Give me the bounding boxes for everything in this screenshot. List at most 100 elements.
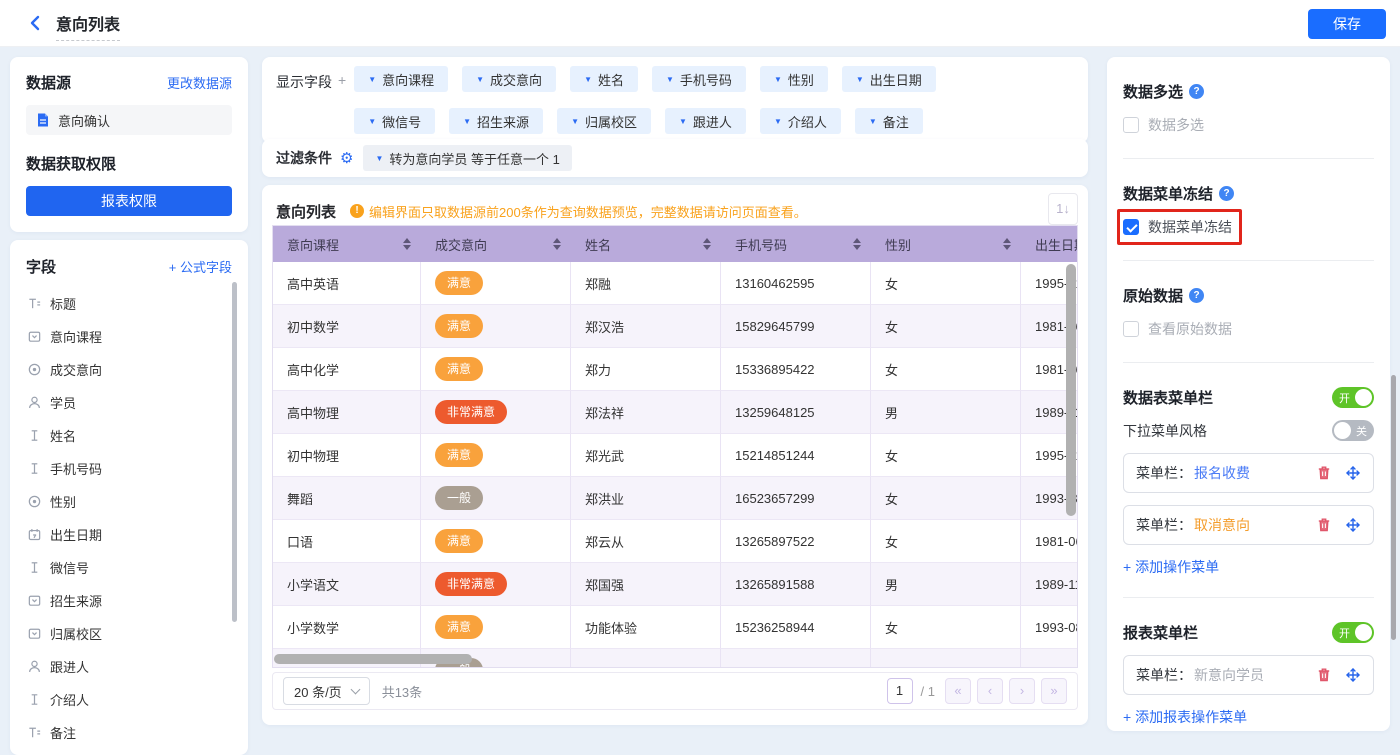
table-row[interactable]: 初中数学满意郑汉浩15829645799女1981-06 [273,305,1077,348]
add-action-menu-link[interactable]: + 添加操作菜单 [1123,557,1219,577]
help-icon[interactable]: ? [1219,186,1234,201]
move-icon[interactable] [1345,667,1361,683]
menu-item[interactable]: 菜单栏：新意向学员 [1123,655,1374,695]
page-size-select[interactable]: 20 条/页 [283,677,370,705]
table-row[interactable]: 口语满意郑云从13265897522女1981-06 [273,520,1077,563]
column-header[interactable]: 姓名 [571,226,721,262]
display-field-tag[interactable]: ▼意向课程 [354,66,448,92]
table-row[interactable]: 舞蹈一般郑洪业16523657299女1993-08 [273,477,1077,520]
table-row[interactable]: 初中物理满意郑光武15214851244女1995-01 [273,434,1077,477]
table-menu-toggle[interactable]: 开 [1332,387,1374,408]
save-button[interactable]: 保存 [1308,9,1386,39]
select-icon [26,593,42,609]
field-item[interactable]: 跟进人 [26,650,232,683]
field-item[interactable]: 标题 [26,287,232,320]
field-item[interactable]: 成交意向 [26,353,232,386]
display-field-tag[interactable]: ▼性别 [760,66,828,92]
report-permission-button[interactable]: 报表权限 [26,186,232,216]
field-item[interactable]: 微信号 [26,551,232,584]
table-row[interactable]: 小学数学满意功能体验15236258944女1993-08 [273,606,1077,649]
datasource-item[interactable]: 意向确认 [26,105,232,135]
gear-icon[interactable]: ⚙ [340,149,353,167]
delete-icon[interactable] [1316,465,1332,481]
field-item[interactable]: 性别 [26,485,232,518]
table-cell: 非常满意 [421,391,571,434]
last-page-button[interactable]: » [1041,678,1067,704]
table-row[interactable]: 高中英语满意郑融13160462595女1995-01 [273,262,1077,305]
raw-data-label: 查看原始数据 [1148,319,1232,339]
field-item[interactable]: 出生日期 [26,518,232,551]
caret-down-icon: ▼ [463,117,471,126]
display-field-tag[interactable]: ▼手机号码 [652,66,746,92]
table-cell: 郑汉浩 [571,305,721,348]
table-row[interactable]: 高中化学满意郑力15336895422女1981-06 [273,348,1077,391]
display-field-tag[interactable]: ▼ 招生来源 [449,108,543,134]
permission-title: 数据获取权限 [26,153,232,174]
field-item[interactable]: 意向课程 [26,320,232,353]
column-header[interactable]: 成交意向 [421,226,571,262]
dropdown-style-toggle[interactable]: 关 [1332,420,1374,441]
next-page-button[interactable]: › [1009,678,1035,704]
field-item[interactable]: 姓名 [26,419,232,452]
caret-down-icon: ▼ [856,75,864,84]
field-item[interactable]: 手机号码 [26,452,232,485]
fields-scrollbar[interactable] [232,282,237,622]
raw-data-checkbox[interactable] [1123,321,1139,337]
field-item[interactable]: 归属校区 [26,617,232,650]
table-row[interactable]: 高中物理非常满意郑法祥13259648125男1989-11 [273,391,1077,434]
person-icon [26,659,42,675]
change-datasource-link[interactable]: 更改数据源 [167,73,232,92]
move-icon[interactable] [1345,517,1361,533]
table-row[interactable]: 小学语文非常满意郑国强13265891588男1989-11 [273,563,1077,606]
table-cell: 满意 [421,305,571,348]
table-cell: 高中英语 [273,262,421,305]
filter-condition-tag[interactable]: ▼ 转为意向学员 等于任意一个 1 [363,145,571,171]
table-cell: 非常满意 [421,563,571,606]
page-number-input[interactable]: 1 [887,678,913,704]
add-report-action-menu-link[interactable]: + 添加报表操作菜单 [1123,707,1247,727]
delete-icon[interactable] [1316,517,1332,533]
display-field-tag[interactable]: ▼ 出生日期 [842,66,936,92]
field-item[interactable]: 已报名交费 [26,749,232,755]
move-icon[interactable] [1345,465,1361,481]
field-item[interactable]: 介绍人 [26,683,232,716]
display-field-tag[interactable]: ▼备注 [855,108,923,134]
sort-order-button[interactable]: 1↓ [1048,193,1078,225]
divider [1123,362,1374,363]
settings-scrollbar[interactable] [1391,375,1396,640]
add-display-field-button[interactable]: + [338,72,346,134]
table-cell: 女 [871,520,1021,563]
vertical-scrollbar[interactable] [1066,264,1076,516]
menu-item[interactable]: 菜单栏：报名收费 [1123,453,1374,493]
field-item[interactable]: 招生来源 [26,584,232,617]
column-header[interactable]: 性别 [871,226,1021,262]
multi-select-checkbox[interactable] [1123,117,1139,133]
menu-item[interactable]: 菜单栏：取消意向 [1123,505,1374,545]
horizontal-scrollbar[interactable] [274,654,472,664]
add-formula-field-link[interactable]: + 公式字段 [169,257,232,276]
tag-label: 招生来源 [477,112,529,131]
display-field-tag[interactable]: ▼跟进人 [665,108,746,134]
help-icon[interactable]: ? [1189,288,1204,303]
table-cell: 1981-06 [1021,520,1077,563]
report-menu-toggle[interactable]: 开 [1332,622,1374,643]
display-field-tag[interactable]: ▼微信号 [354,108,435,134]
column-header[interactable]: 出生日期 [1021,226,1077,262]
back-button[interactable] [26,13,46,33]
table-cell: 小学数学 [273,606,421,649]
display-field-tag[interactable]: ▼归属校区 [557,108,651,134]
column-header[interactable]: 手机号码 [721,226,871,262]
first-page-button[interactable]: « [945,678,971,704]
prev-page-button[interactable]: ‹ [977,678,1003,704]
display-field-tag[interactable]: ▼姓名 [570,66,638,92]
menu-freeze-checkbox[interactable] [1123,219,1139,235]
help-icon[interactable]: ? [1189,84,1204,99]
display-field-tag[interactable]: ▼介绍人 [760,108,841,134]
tag-label: 出生日期 [870,70,922,89]
column-header[interactable]: 意向课程 [273,226,421,262]
display-field-tag[interactable]: ▼成交意向 [462,66,556,92]
table-cell: 一般 [421,477,571,520]
field-item[interactable]: 学员 [26,386,232,419]
delete-icon[interactable] [1316,667,1332,683]
field-item[interactable]: 备注 [26,716,232,749]
